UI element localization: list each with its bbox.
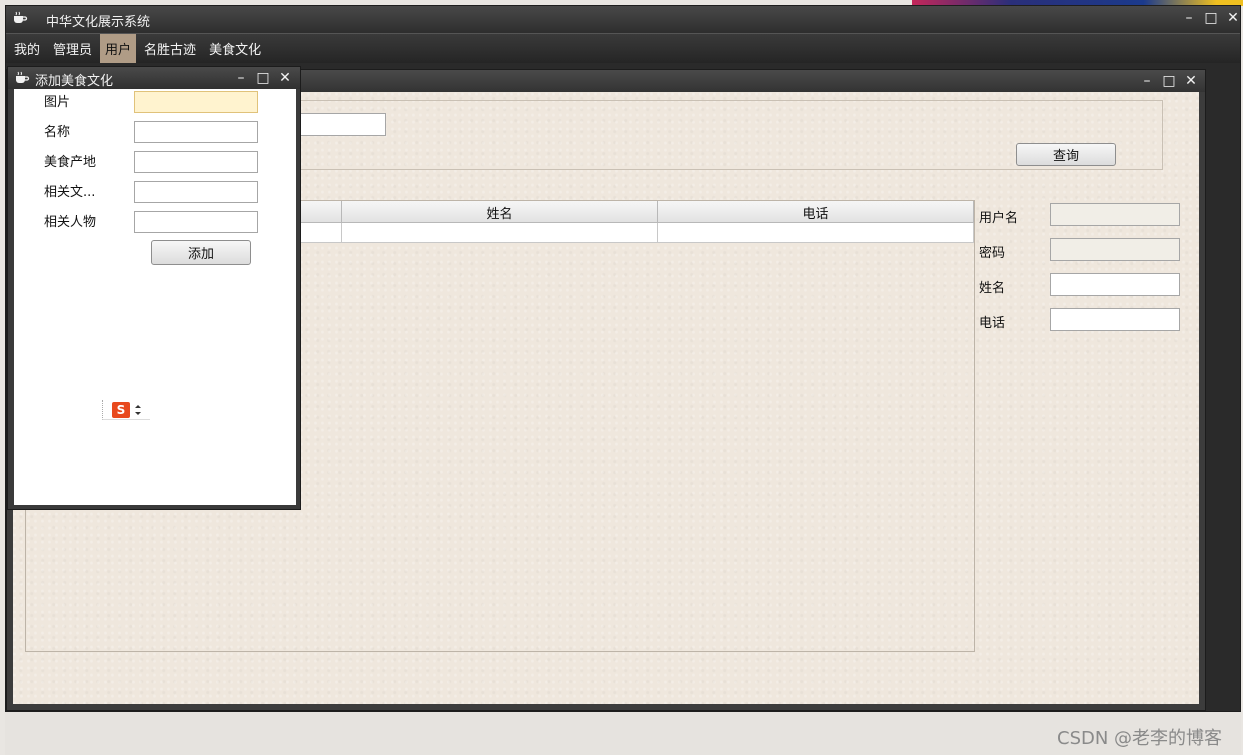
username-field[interactable] (1050, 203, 1180, 226)
image-field[interactable] (134, 91, 258, 113)
close-button[interactable]: ✕ (1183, 73, 1199, 89)
watermark: CSDN @老李的博客 (1057, 728, 1223, 749)
main-window-controls: – □ ✕ (1181, 10, 1241, 26)
add-food-title: 添加美食文化 (35, 74, 114, 89)
add-food-titlebar: 添加美食文化 – □ ✕ (8, 67, 300, 89)
phone-field[interactable] (1050, 308, 1180, 331)
table-cell (658, 223, 974, 242)
menu-item-scenic-spots[interactable]: 名胜古迹 (139, 34, 201, 63)
password-field[interactable] (1050, 238, 1180, 261)
query-button[interactable]: 查询 (1016, 143, 1116, 166)
desktop-background (5, 712, 1241, 755)
name-field[interactable] (1050, 273, 1180, 296)
coffee-cup-icon (14, 11, 28, 23)
phone-label: 电话 (979, 316, 1006, 331)
image-label: 图片 (44, 95, 71, 110)
food-name-label: 名称 (44, 125, 71, 140)
add-food-window-controls: – □ ✕ (233, 70, 293, 86)
username-label: 用户名 (979, 211, 1019, 226)
origin-field[interactable] (134, 151, 258, 173)
minimize-button[interactable]: – (1181, 10, 1197, 26)
ime-menu-icon[interactable] (135, 404, 141, 415)
close-button[interactable]: ✕ (1225, 10, 1241, 26)
menu-item-user[interactable]: 用户 (100, 34, 137, 63)
menu-item-admin[interactable]: 管理员 (48, 34, 97, 63)
related-people-field[interactable] (134, 211, 258, 233)
app-title: 中华文化展示系统 (46, 15, 151, 30)
column-header-phone[interactable]: 电话 (658, 201, 974, 223)
add-button[interactable]: 添加 (151, 240, 251, 265)
related-text-label: 相关文... (44, 185, 96, 200)
password-label: 密码 (979, 246, 1006, 261)
column-header-name[interactable]: 姓名 (342, 201, 658, 223)
close-button[interactable]: ✕ (277, 70, 293, 86)
related-text-field[interactable] (134, 181, 258, 203)
add-food-body: 图片 名称 美食产地 相关文... 相关人物 添加 S (14, 89, 296, 505)
menubar: 我的 管理员 用户 名胜古迹 美食文化 (6, 33, 1240, 63)
menu-item-mine[interactable]: 我的 (9, 34, 45, 63)
main-titlebar: 中华文化展示系统 – □ ✕ (6, 6, 1240, 33)
minimize-button[interactable]: – (1139, 73, 1155, 89)
maximize-button[interactable]: □ (1161, 73, 1177, 89)
maximize-button[interactable]: □ (1203, 10, 1219, 26)
user-window-controls: – □ ✕ (1139, 73, 1199, 89)
table-cell (342, 223, 658, 242)
coffee-cup-icon (16, 71, 30, 83)
menu-item-food-culture[interactable]: 美食文化 (204, 34, 266, 63)
food-name-field[interactable] (134, 121, 258, 143)
ime-toolbar[interactable]: S (102, 400, 150, 420)
minimize-button[interactable]: – (233, 70, 249, 86)
origin-label: 美食产地 (44, 155, 97, 170)
sogou-ime-icon[interactable]: S (112, 401, 130, 418)
related-people-label: 相关人物 (44, 215, 97, 230)
add-food-window: 添加美食文化 – □ ✕ 图片 名称 美食产地 相关文... 相关人物 添加 S (7, 66, 301, 510)
name-label: 姓名 (979, 281, 1006, 296)
maximize-button[interactable]: □ (255, 70, 271, 86)
